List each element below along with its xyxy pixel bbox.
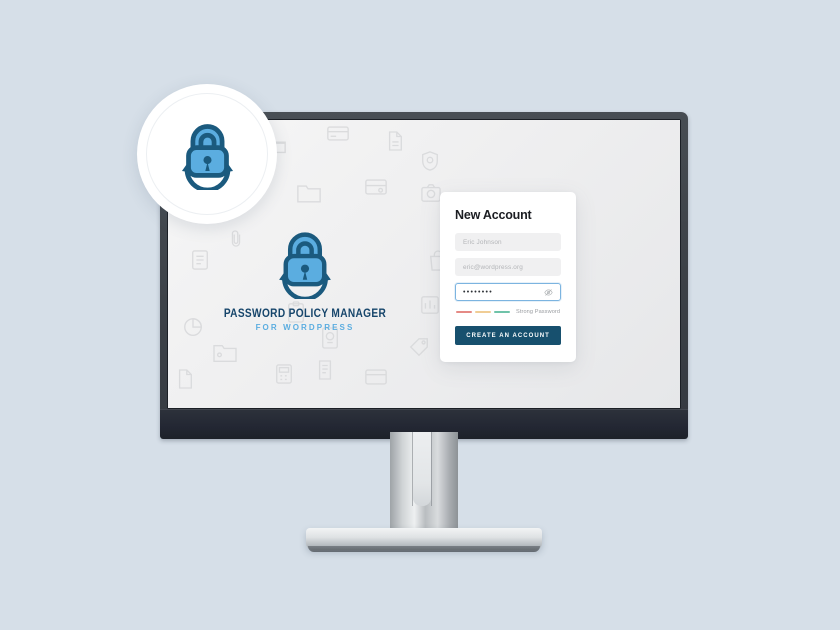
password-field-value: •••••••• — [463, 288, 494, 296]
name-field-placeholder: Eric Johnson — [463, 238, 502, 246]
pattern-card-icon — [365, 369, 387, 385]
email-field-placeholder: eric@wordpress.org — [463, 263, 523, 271]
pattern-folder-icon — [297, 185, 321, 203]
eye-slash-icon[interactable] — [544, 288, 553, 297]
product-logo-subtitle: FOR WORDPRESS — [255, 323, 355, 332]
monitor-stand-slot — [412, 432, 432, 506]
padlock-refresh-icon — [279, 232, 331, 299]
password-strength-meter: Strong Password — [455, 309, 561, 315]
app-badge — [137, 84, 277, 224]
strength-bar-weak — [456, 311, 472, 313]
password-strength-label: Strong Password — [516, 309, 561, 315]
padlock-refresh-icon — [181, 124, 234, 190]
pattern-chart-icon — [421, 296, 439, 314]
monitor-stand-base-lip — [308, 546, 540, 552]
pattern-doc-icon — [388, 131, 402, 151]
page-title: New Account — [455, 208, 532, 222]
password-field[interactable]: •••••••• — [455, 283, 561, 301]
pattern-tag-icon — [409, 338, 428, 357]
pattern-pie-icon — [184, 318, 202, 336]
pattern-card-icon — [365, 179, 387, 195]
pattern-folder-icon — [213, 344, 237, 362]
product-logo-title: PASSWORD POLICY MANAGER — [223, 308, 387, 320]
create-account-button[interactable]: CREATE AN ACCOUNT — [455, 326, 561, 345]
pattern-doc-icon — [192, 250, 208, 270]
pattern-shield-icon — [422, 151, 438, 171]
name-field[interactable]: Eric Johnson — [455, 233, 561, 251]
new-account-card: New Account Eric Johnson eric@wordpress.… — [440, 192, 576, 362]
product-logo: PASSWORD POLICY MANAGER FOR WORDPRESS — [210, 225, 400, 332]
pattern-card-icon — [327, 126, 349, 141]
pattern-camera-icon — [421, 184, 441, 202]
strength-bar-medium — [475, 311, 491, 313]
pattern-calculator-icon — [276, 364, 292, 384]
strength-bar-strong — [494, 311, 510, 313]
email-field[interactable]: eric@wordpress.org — [455, 258, 561, 276]
pattern-doc-icon — [318, 360, 332, 380]
pattern-doc-icon — [178, 369, 192, 389]
